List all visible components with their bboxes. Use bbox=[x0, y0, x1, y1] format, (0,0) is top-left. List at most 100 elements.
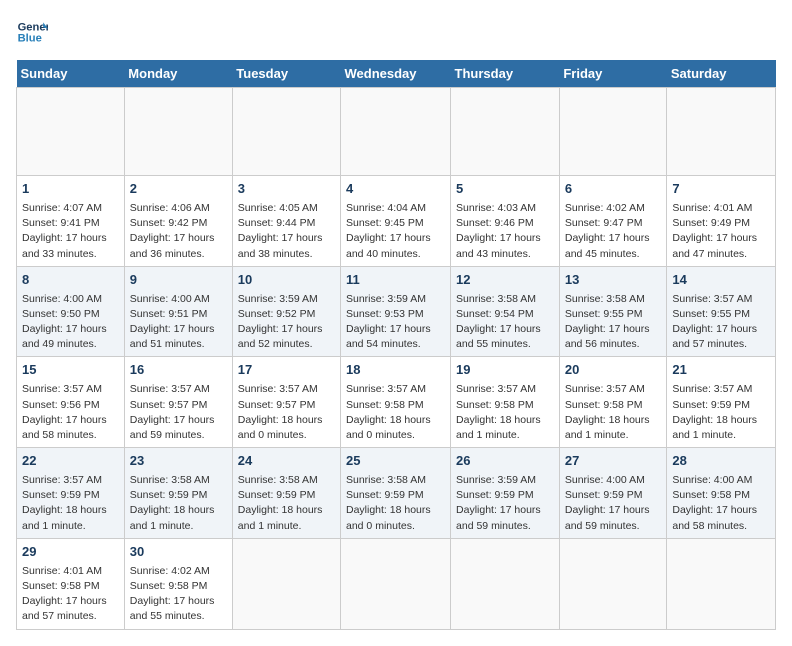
day-number: 14 bbox=[672, 271, 770, 290]
calendar-cell: 28Sunrise: 4:00 AM Sunset: 9:58 PM Dayli… bbox=[667, 448, 776, 539]
day-number: 26 bbox=[456, 452, 554, 471]
day-info: Sunrise: 3:57 AM Sunset: 9:57 PM Dayligh… bbox=[238, 382, 335, 443]
calendar-cell: 15Sunrise: 3:57 AM Sunset: 9:56 PM Dayli… bbox=[17, 357, 125, 448]
day-header-saturday: Saturday bbox=[667, 60, 776, 88]
calendar-cell bbox=[451, 88, 560, 176]
day-info: Sunrise: 3:58 AM Sunset: 9:55 PM Dayligh… bbox=[565, 292, 662, 353]
day-info: Sunrise: 3:57 AM Sunset: 9:58 PM Dayligh… bbox=[456, 382, 554, 443]
day-number: 21 bbox=[672, 361, 770, 380]
day-info: Sunrise: 4:00 AM Sunset: 9:50 PM Dayligh… bbox=[22, 292, 119, 353]
calendar-cell: 21 Sunrise: 3:57 AM Sunset: 9:59 PM Dayli… bbox=[667, 357, 776, 448]
day-info: Sunrise: 3:57 AM Sunset: 9:55 PM Dayligh… bbox=[672, 292, 770, 353]
week-row-1: 1Sunrise: 4:07 AM Sunset: 9:41 PM Daylig… bbox=[17, 176, 776, 267]
day-info: Sunrise: 4:01 AM Sunset: 9:58 PM Dayligh… bbox=[22, 564, 119, 625]
calendar-cell bbox=[17, 88, 125, 176]
week-row-0 bbox=[17, 88, 776, 176]
day-number: 13 bbox=[565, 271, 662, 290]
calendar-cell: 29 Sunrise: 4:01 AM Sunset: 9:58 PM Dayli… bbox=[17, 538, 125, 629]
calendar-cell: 1Sunrise: 4:07 AM Sunset: 9:41 PM Daylig… bbox=[17, 176, 125, 267]
calendar-cell bbox=[341, 538, 451, 629]
day-number: 18 bbox=[346, 361, 445, 380]
day-info: Sunrise: 4:00 AM Sunset: 9:51 PM Dayligh… bbox=[130, 292, 227, 353]
day-info: Sunrise: 4:05 AM Sunset: 9:44 PM Dayligh… bbox=[238, 201, 335, 262]
week-row-2: 8 Sunrise: 4:00 AM Sunset: 9:50 PM Daylig… bbox=[17, 266, 776, 357]
day-info: Sunrise: 3:59 AM Sunset: 9:52 PM Dayligh… bbox=[238, 292, 335, 353]
calendar-cell bbox=[124, 88, 232, 176]
calendar-cell bbox=[559, 88, 667, 176]
calendar-cell bbox=[451, 538, 560, 629]
calendar-cell bbox=[667, 88, 776, 176]
day-number: 3 bbox=[238, 180, 335, 199]
day-number: 6 bbox=[565, 180, 662, 199]
calendar-cell: 11 Sunrise: 3:59 AM Sunset: 9:53 PM Dayli… bbox=[341, 266, 451, 357]
week-row-3: 15Sunrise: 3:57 AM Sunset: 9:56 PM Dayli… bbox=[17, 357, 776, 448]
logo-icon: General Blue bbox=[16, 16, 48, 48]
calendar-cell: 14 Sunrise: 3:57 AM Sunset: 9:55 PM Dayli… bbox=[667, 266, 776, 357]
day-info: Sunrise: 3:58 AM Sunset: 9:59 PM Dayligh… bbox=[238, 473, 335, 534]
day-number: 8 bbox=[22, 271, 119, 290]
day-info: Sunrise: 3:57 AM Sunset: 9:59 PM Dayligh… bbox=[22, 473, 119, 534]
day-number: 27 bbox=[565, 452, 662, 471]
day-number: 28 bbox=[672, 452, 770, 471]
day-number: 29 bbox=[22, 543, 119, 562]
calendar-cell: 18 Sunrise: 3:57 AM Sunset: 9:58 PM Dayli… bbox=[341, 357, 451, 448]
day-number: 2 bbox=[130, 180, 227, 199]
calendar-cell: 19 Sunrise: 3:57 AM Sunset: 9:58 PM Dayli… bbox=[451, 357, 560, 448]
day-header-friday: Friday bbox=[559, 60, 667, 88]
day-info: Sunrise: 3:58 AM Sunset: 9:54 PM Dayligh… bbox=[456, 292, 554, 353]
day-number: 24 bbox=[238, 452, 335, 471]
week-row-4: 22Sunrise: 3:57 AM Sunset: 9:59 PM Dayli… bbox=[17, 448, 776, 539]
day-info: Sunrise: 3:57 AM Sunset: 9:57 PM Dayligh… bbox=[130, 382, 227, 443]
day-info: Sunrise: 4:00 AM Sunset: 9:59 PM Dayligh… bbox=[565, 473, 662, 534]
day-number: 15 bbox=[22, 361, 119, 380]
calendar-cell: 27 Sunrise: 4:00 AM Sunset: 9:59 PM Dayli… bbox=[559, 448, 667, 539]
calendar-cell: 9 Sunrise: 4:00 AM Sunset: 9:51 PM Daylig… bbox=[124, 266, 232, 357]
calendar-cell: 4Sunrise: 4:04 AM Sunset: 9:45 PM Daylig… bbox=[341, 176, 451, 267]
day-number: 4 bbox=[346, 180, 445, 199]
calendar-cell: 24 Sunrise: 3:58 AM Sunset: 9:59 PM Dayli… bbox=[232, 448, 340, 539]
logo: General Blue bbox=[16, 16, 48, 48]
day-info: Sunrise: 3:57 AM Sunset: 9:58 PM Dayligh… bbox=[346, 382, 445, 443]
calendar-cell: 3 Sunrise: 4:05 AM Sunset: 9:44 PM Daylig… bbox=[232, 176, 340, 267]
calendar-cell: 2 Sunrise: 4:06 AM Sunset: 9:42 PM Daylig… bbox=[124, 176, 232, 267]
calendar-cell: 8 Sunrise: 4:00 AM Sunset: 9:50 PM Daylig… bbox=[17, 266, 125, 357]
day-info: Sunrise: 3:57 AM Sunset: 9:59 PM Dayligh… bbox=[672, 382, 770, 443]
day-number: 11 bbox=[346, 271, 445, 290]
day-info: Sunrise: 3:58 AM Sunset: 9:59 PM Dayligh… bbox=[130, 473, 227, 534]
day-number: 9 bbox=[130, 271, 227, 290]
day-info: Sunrise: 4:06 AM Sunset: 9:42 PM Dayligh… bbox=[130, 201, 227, 262]
day-number: 30 bbox=[130, 543, 227, 562]
calendar-cell: 16 Sunrise: 3:57 AM Sunset: 9:57 PM Dayli… bbox=[124, 357, 232, 448]
calendar-cell: 20Sunrise: 3:57 AM Sunset: 9:58 PM Dayli… bbox=[559, 357, 667, 448]
day-header-monday: Monday bbox=[124, 60, 232, 88]
calendar-cell: 25Sunrise: 3:58 AM Sunset: 9:59 PM Dayli… bbox=[341, 448, 451, 539]
calendar-cell: 13 Sunrise: 3:58 AM Sunset: 9:55 PM Dayli… bbox=[559, 266, 667, 357]
calendar-table: SundayMondayTuesdayWednesdayThursdayFrid… bbox=[16, 60, 776, 630]
calendar-cell: 7Sunrise: 4:01 AM Sunset: 9:49 PM Daylig… bbox=[667, 176, 776, 267]
calendar-cell: 30Sunrise: 4:02 AM Sunset: 9:58 PM Dayli… bbox=[124, 538, 232, 629]
calendar-cell: 17Sunrise: 3:57 AM Sunset: 9:57 PM Dayli… bbox=[232, 357, 340, 448]
days-header-row: SundayMondayTuesdayWednesdayThursdayFrid… bbox=[17, 60, 776, 88]
day-header-wednesday: Wednesday bbox=[341, 60, 451, 88]
calendar-cell bbox=[232, 88, 340, 176]
calendar-cell: 22Sunrise: 3:57 AM Sunset: 9:59 PM Dayli… bbox=[17, 448, 125, 539]
day-info: Sunrise: 4:03 AM Sunset: 9:46 PM Dayligh… bbox=[456, 201, 554, 262]
day-number: 19 bbox=[456, 361, 554, 380]
day-info: Sunrise: 4:07 AM Sunset: 9:41 PM Dayligh… bbox=[22, 201, 119, 262]
day-number: 10 bbox=[238, 271, 335, 290]
day-info: Sunrise: 3:59 AM Sunset: 9:59 PM Dayligh… bbox=[456, 473, 554, 534]
calendar-cell bbox=[559, 538, 667, 629]
week-row-5: 29 Sunrise: 4:01 AM Sunset: 9:58 PM Dayli… bbox=[17, 538, 776, 629]
day-number: 23 bbox=[130, 452, 227, 471]
calendar-cell: 23 Sunrise: 3:58 AM Sunset: 9:59 PM Dayli… bbox=[124, 448, 232, 539]
day-info: Sunrise: 3:59 AM Sunset: 9:53 PM Dayligh… bbox=[346, 292, 445, 353]
day-number: 16 bbox=[130, 361, 227, 380]
day-header-thursday: Thursday bbox=[451, 60, 560, 88]
calendar-cell: 10 Sunrise: 3:59 AM Sunset: 9:52 PM Dayli… bbox=[232, 266, 340, 357]
calendar-cell bbox=[232, 538, 340, 629]
calendar-cell bbox=[341, 88, 451, 176]
calendar-cell: 5Sunrise: 4:03 AM Sunset: 9:46 PM Daylig… bbox=[451, 176, 560, 267]
calendar-cell: 26 Sunrise: 3:59 AM Sunset: 9:59 PM Dayli… bbox=[451, 448, 560, 539]
calendar-cell: 6Sunrise: 4:02 AM Sunset: 9:47 PM Daylig… bbox=[559, 176, 667, 267]
day-number: 20 bbox=[565, 361, 662, 380]
